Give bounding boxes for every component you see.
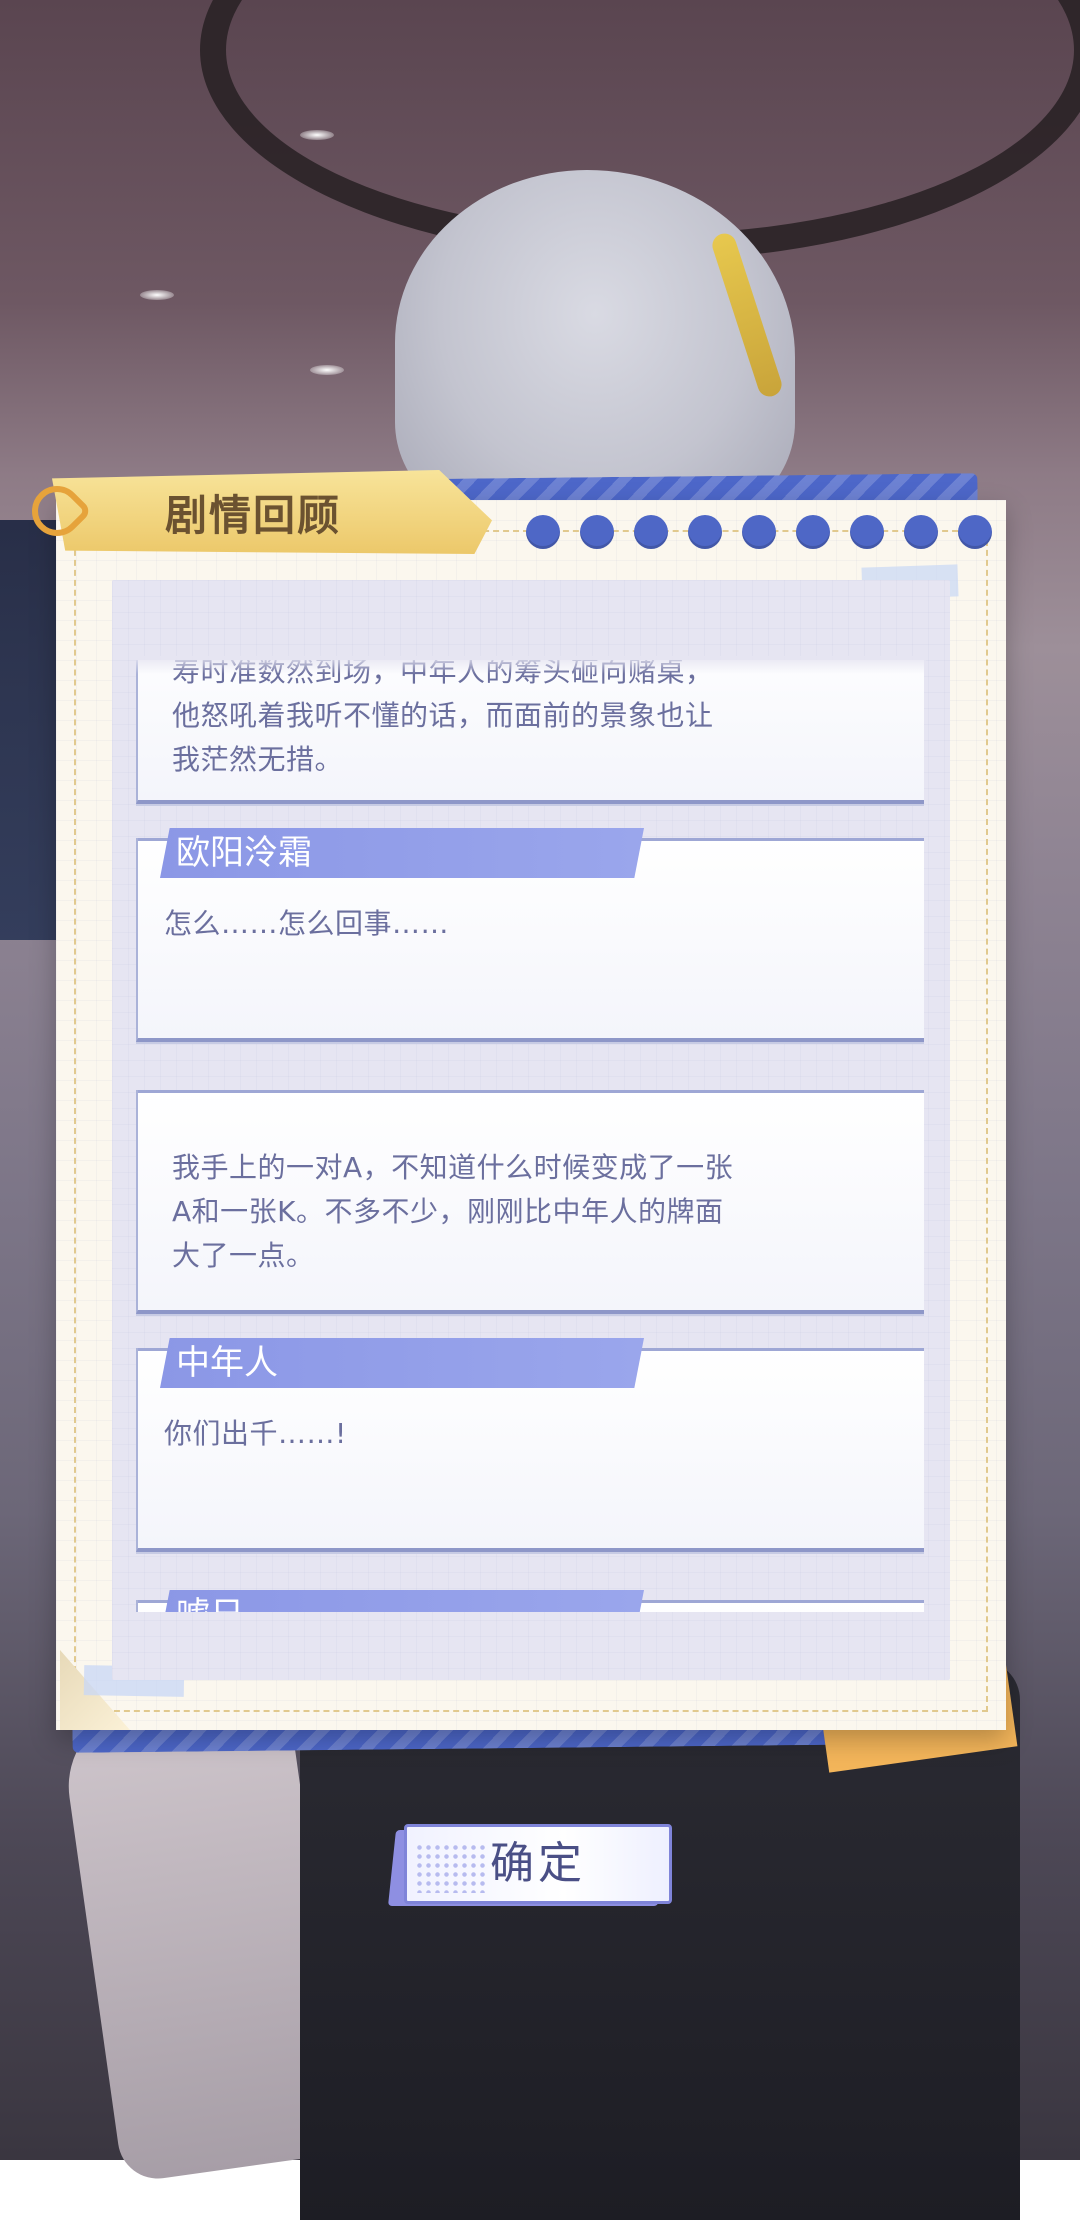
binder-hole [688,515,722,549]
speaker-name: 欧阳泠霜 [160,828,644,878]
binder-hole [742,515,776,549]
binder-hole [526,515,560,549]
dialogue-entry: 嘘日 [136,1590,924,1612]
binder-hole [634,515,668,549]
dialogue-text: 你们出千……! [164,1417,347,1450]
confirm-button[interactable]: 确定 [404,1824,672,1904]
binder-hole [958,515,992,549]
ceiling-light [140,290,174,300]
binder-hole [796,515,830,549]
binder-hole [904,515,938,549]
binder-dots [526,515,992,549]
dialogue-log[interactable]: 寿时准数然到场，中年人的筹头砸向赌桌， 他怒吼着我听不懂的话，而面前的景象也让 … [136,660,926,1612]
binder-hole [850,515,884,549]
log-fade [136,656,926,674]
speaker-name: 嘘日 [160,1590,644,1612]
ceiling-light [310,365,344,375]
confirm-label: 确定 [490,1838,586,1889]
binder-hole [580,515,614,549]
dialogue-entry: 欧阳泠霜 怎么……怎么回事…… [136,828,924,1042]
dialogue-text: 怎么……怎么回事…… [164,907,450,940]
panel-title: 剧情回顾 [165,491,342,540]
ceiling-light [300,130,334,140]
narration-entry: 我手上的一对A，不知道什么时候变成了一张 A和一张K。不多不少，刚刚比中年人的牌… [136,1090,924,1314]
narration-entry: 寿时准数然到场，中年人的筹头砸向赌桌， 他怒吼着我听不懂的话，而面前的景象也让 … [136,660,924,804]
dot-pattern [415,1843,485,1893]
speaker-name: 中年人 [160,1338,644,1388]
entry-top-line [138,1090,924,1093]
narration-text: 寿时准数然到场，中年人的筹头砸向赌桌， 他怒吼着我听不懂的话，而面前的景象也让 … [172,660,714,776]
dialogue-entry: 中年人 你们出千……! [136,1338,924,1552]
narration-text: 我手上的一对A，不知道什么时候变成了一张 A和一张K。不多不少，刚刚比中年人的牌… [172,1151,734,1272]
